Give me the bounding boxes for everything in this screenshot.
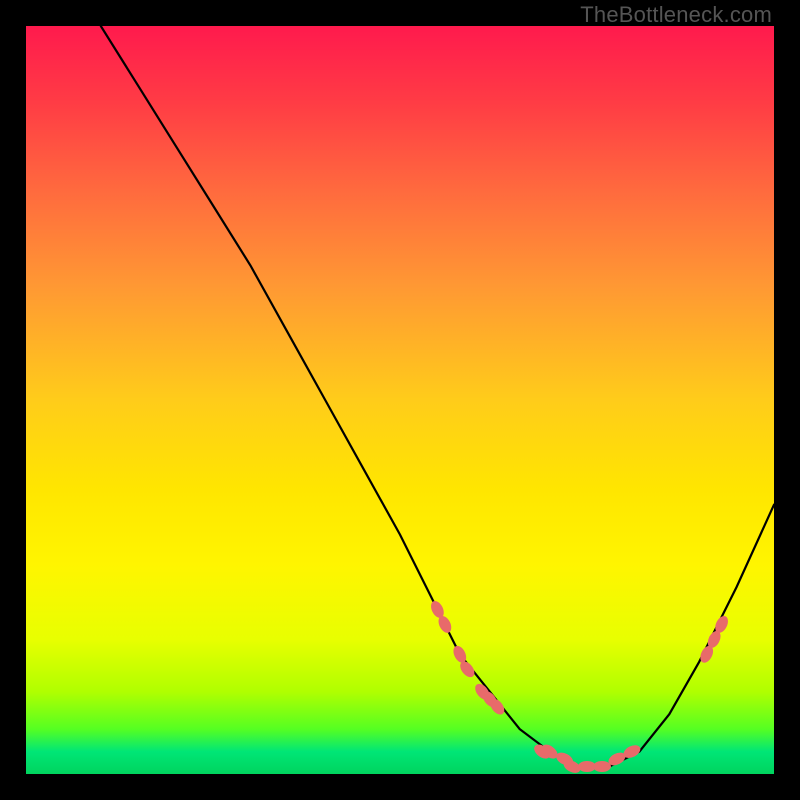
- bottleneck-curve-line: [101, 26, 774, 767]
- highlight-dot: [593, 761, 611, 772]
- chart-frame: TheBottleneck.com: [0, 0, 800, 800]
- curve-layer: [26, 26, 774, 774]
- attribution-watermark: TheBottleneck.com: [580, 2, 772, 28]
- plot-area: [26, 26, 774, 774]
